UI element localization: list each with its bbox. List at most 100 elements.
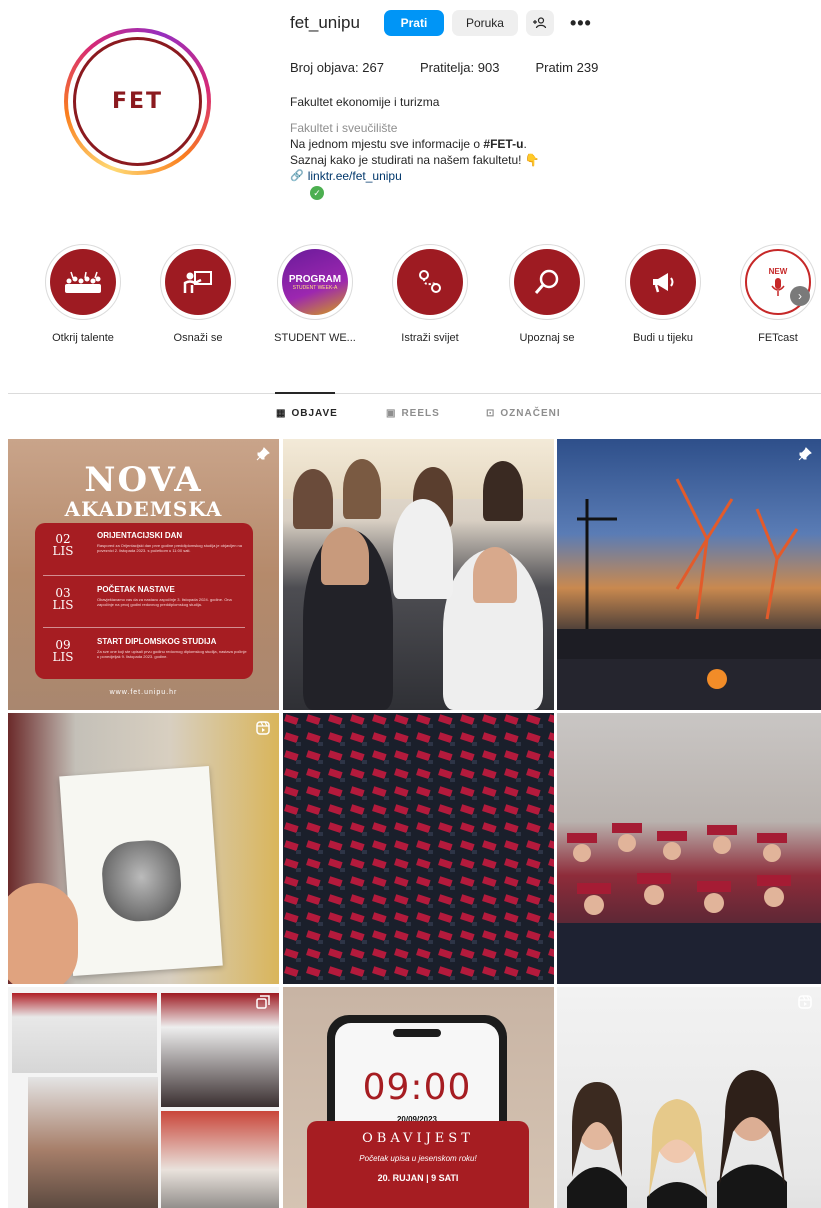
reel-icon bbox=[256, 721, 270, 735]
highlight-ring bbox=[45, 244, 121, 320]
crowd-icon bbox=[50, 249, 116, 315]
student bbox=[473, 547, 517, 603]
story-highlights: Otkrij talente Osnaži se PROGRAM STUDENT… bbox=[10, 244, 821, 354]
collage-photo bbox=[161, 993, 279, 1107]
highlight-osnazi-se[interactable]: Osnaži se bbox=[148, 244, 248, 344]
grid-icon: ▦ bbox=[276, 408, 287, 419]
bio-link[interactable]: linktr.ee/fet_unipu bbox=[308, 168, 402, 184]
pin-icon bbox=[798, 447, 812, 461]
bio-line-2: Saznaj kako je studirati na našem fakult… bbox=[290, 153, 540, 167]
schedule-date: 02 LIS bbox=[43, 533, 83, 557]
tabs-divider bbox=[8, 393, 821, 394]
post-title-line1: NOVA bbox=[84, 460, 203, 500]
followers-count[interactable]: Pratitelja: 903 bbox=[420, 60, 500, 75]
highlight-label: Osnaži se bbox=[173, 332, 223, 344]
carousel-icon bbox=[256, 995, 270, 1009]
highlight-ring bbox=[160, 244, 236, 320]
schedule-heading: POČETAK NASTAVE bbox=[97, 585, 175, 594]
post-url: www.fet.unipu.hr bbox=[109, 689, 178, 696]
fet-logo: FET bbox=[73, 37, 202, 166]
link-icon: 🔗 bbox=[290, 170, 304, 182]
schedule-text: Za sve one koji ste upisali prvu godinu … bbox=[97, 649, 247, 659]
profile-stats: Broj objava: 267 Pratitelja: 903 Pratim … bbox=[290, 60, 634, 75]
presenter-icon bbox=[165, 249, 231, 315]
schedule-heading: ORIJENTACIJSKI DAN bbox=[97, 531, 183, 540]
reel-icon bbox=[798, 995, 812, 1009]
highlight-istrazi-svijet[interactable]: Istraži svijet bbox=[380, 244, 480, 344]
profile-avatar[interactable]: FET bbox=[64, 28, 211, 175]
highlight-label: Upoznaj se bbox=[519, 332, 575, 344]
post-title-line2: AKADEMSKA bbox=[64, 497, 223, 521]
reels-icon: ▣ bbox=[386, 408, 397, 419]
post-shipyard-cranes[interactable] bbox=[557, 439, 821, 710]
student bbox=[343, 459, 381, 519]
route-icon bbox=[397, 249, 463, 315]
notice-date: 20. RUJAN | 9 SATI bbox=[377, 1173, 459, 1183]
post-graduation-caps[interactable] bbox=[283, 713, 554, 984]
highlight-label: STUDENT WE... bbox=[274, 332, 356, 344]
tab-tagged[interactable]: ⊡ OZNAČENI bbox=[486, 408, 561, 419]
post-certificates-collage[interactable] bbox=[8, 987, 279, 1208]
podcast-new-label: NEW bbox=[768, 266, 788, 276]
portrait-illustration bbox=[100, 838, 184, 924]
hand bbox=[8, 883, 78, 984]
avatar-inner: FET bbox=[68, 32, 207, 171]
schedule-divider bbox=[43, 627, 245, 628]
username-row: fet_unipu Prati Poruka ••• bbox=[290, 9, 592, 37]
highlight-ring bbox=[509, 244, 585, 320]
highlights-next-arrow[interactable]: › bbox=[790, 286, 810, 306]
suggest-accounts-button[interactable] bbox=[525, 10, 554, 36]
schedule-row: 09 LIS START DIPLOMSKOG STUDIJA Za sve on… bbox=[35, 631, 253, 679]
tab-posts-label: OBJAVE bbox=[291, 408, 338, 419]
profile-bio: Fakultet ekonomije i turizma Fakultet i … bbox=[290, 94, 540, 200]
post-nova-akademska[interactable]: NOVA AKADEMSKA 02 LIS ORIJENTACIJSKI DAN … bbox=[8, 439, 279, 710]
magnifier-icon bbox=[514, 249, 580, 315]
highlight-ring: PROGRAM STUDENT WEEK-A bbox=[277, 244, 353, 320]
post-brochure[interactable] bbox=[8, 713, 279, 984]
following-count[interactable]: Pratim 239 bbox=[535, 60, 598, 75]
bio-line-1-prefix: Na jednom mjestu sve informacije o bbox=[290, 137, 484, 151]
post-graduates[interactable] bbox=[557, 713, 821, 984]
notice-heading: OBAVIJEST bbox=[362, 1131, 474, 1146]
tab-posts[interactable]: ▦ OBJAVE bbox=[276, 408, 338, 419]
megaphone-icon bbox=[630, 249, 696, 315]
poster-title: PROGRAM bbox=[288, 273, 342, 285]
bio-link-row[interactable]: 🔗 linktr.ee/fet_unipu bbox=[290, 168, 540, 184]
bio-full-name: Fakultet ekonomije i turizma bbox=[290, 95, 440, 109]
post-three-students[interactable] bbox=[557, 987, 821, 1208]
highlight-label: Istraži svijet bbox=[401, 332, 459, 344]
highlight-ring bbox=[392, 244, 468, 320]
verified-check-icon: ✓ bbox=[310, 186, 324, 200]
schedule-row: 03 LIS POČETAK NASTAVE Obavještavamo vas … bbox=[35, 579, 253, 627]
post-lecture-hall[interactable] bbox=[283, 439, 554, 710]
follow-button[interactable]: Prati bbox=[383, 10, 444, 36]
highlight-budi-u-tijeku[interactable]: Budi u tijeku bbox=[613, 244, 713, 344]
phone-notch bbox=[393, 1029, 441, 1037]
highlight-upoznaj-se[interactable]: Upoznaj se bbox=[497, 244, 597, 344]
schedule-month: LIS bbox=[52, 650, 74, 664]
brochure-paper bbox=[59, 766, 223, 976]
schedule-date: 03 LIS bbox=[43, 587, 83, 611]
schedule-date: 09 LIS bbox=[43, 639, 83, 663]
highlight-label: Budi u tijeku bbox=[633, 332, 693, 344]
add-person-icon bbox=[532, 17, 547, 29]
bio-hashtag[interactable]: #FET-u bbox=[483, 137, 523, 151]
graduates-crowd bbox=[557, 823, 821, 984]
username: fet_unipu bbox=[290, 13, 360, 32]
highlight-student-week[interactable]: PROGRAM STUDENT WEEK-A STUDENT WE... bbox=[265, 244, 365, 344]
tab-reels[interactable]: ▣ REELS bbox=[386, 408, 440, 419]
schedule-divider bbox=[43, 575, 245, 576]
schedule-row: 02 LIS ORIJENTACIJSKI DAN Raspored za Ori… bbox=[35, 525, 253, 573]
highlight-ring: NEW bbox=[740, 244, 816, 320]
student bbox=[483, 461, 523, 521]
message-button[interactable]: Poruka bbox=[451, 10, 518, 36]
profile-tabs: ▦ OBJAVE ▣ REELS ⊡ OZNAČENI bbox=[0, 408, 821, 424]
highlight-otkrij-talente[interactable]: Otkrij talente bbox=[33, 244, 133, 344]
post-enrollment-notice[interactable]: 09:00 20/09/2023 OBAVIJEST Početak upisa… bbox=[283, 987, 554, 1208]
more-options-icon[interactable]: ••• bbox=[570, 13, 592, 34]
caps-pattern bbox=[283, 713, 554, 984]
tab-reels-label: REELS bbox=[401, 408, 440, 419]
tagged-icon: ⊡ bbox=[486, 408, 496, 419]
student bbox=[321, 527, 369, 585]
student bbox=[393, 499, 453, 599]
